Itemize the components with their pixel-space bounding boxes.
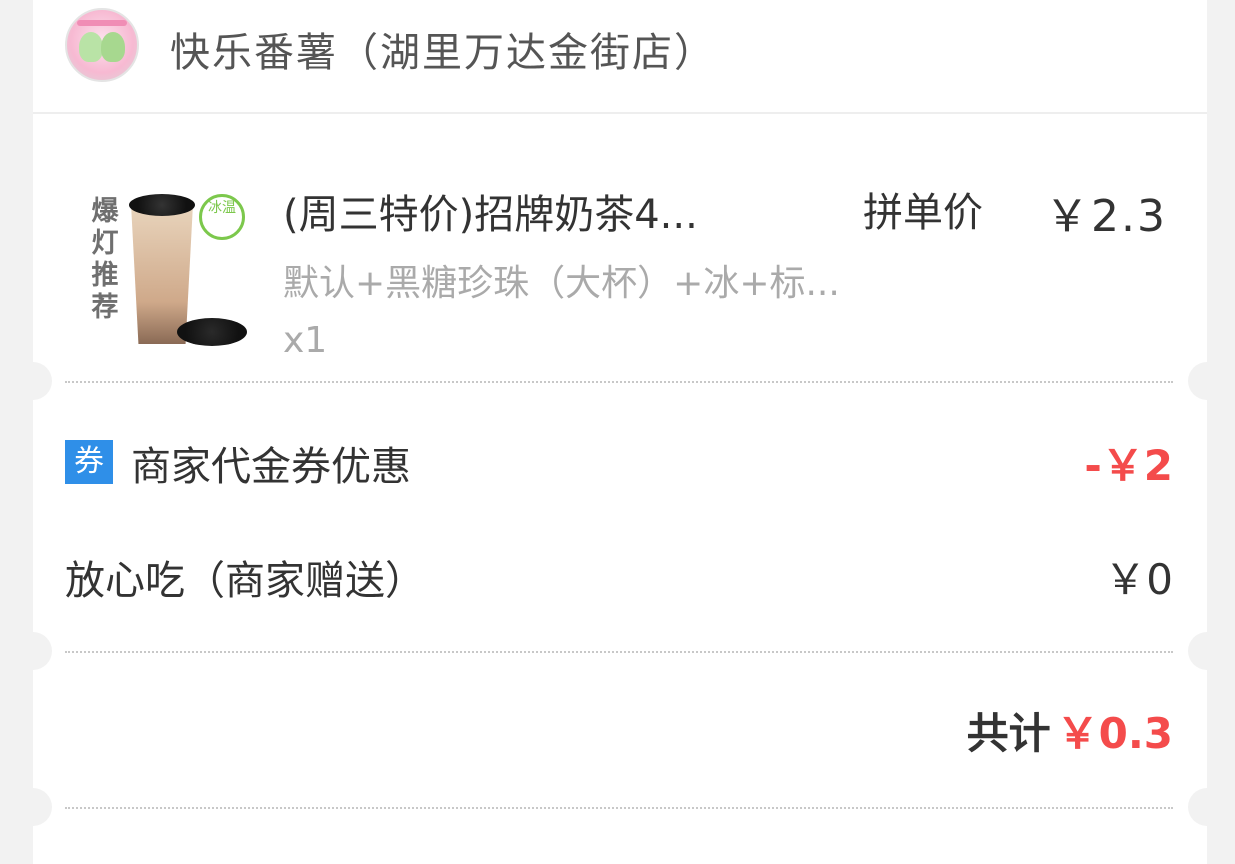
- coupon-discount-value: -￥2: [1084, 441, 1173, 490]
- ticket-notch: [1188, 632, 1226, 670]
- divider: [65, 651, 1173, 653]
- pearl-bowl-icon: [177, 318, 247, 346]
- product-quantity: x1: [283, 320, 328, 361]
- store-header[interactable]: 快乐番薯（湖里万达金街店）: [33, 0, 1207, 114]
- coupon-label: 商家代金券优惠: [131, 444, 411, 490]
- ticket-notch: [14, 788, 52, 826]
- product-image-tag: 爆灯推荐: [91, 196, 119, 323]
- gift-value: ￥0: [1104, 555, 1173, 604]
- ticket-notch: [14, 362, 52, 400]
- divider: [65, 807, 1173, 809]
- divider: [65, 381, 1173, 383]
- ticket-notch: [14, 632, 52, 670]
- gift-label: 放心吃（商家赠送）: [65, 558, 425, 604]
- gift-row: 放心吃（商家赠送） ￥0: [65, 546, 1173, 606]
- total-label: 共计: [966, 709, 1051, 758]
- total-value: ￥0.3: [1056, 709, 1173, 758]
- total-row: 共计 ￥0.3: [967, 700, 1173, 761]
- ticket-notch: [1188, 362, 1226, 400]
- coupon-row[interactable]: 券 商家代金券优惠 -￥2: [65, 432, 1173, 492]
- product-image[interactable]: 爆灯推荐 冰温: [85, 188, 255, 360]
- store-name: 快乐番薯（湖里万达金街店）: [170, 30, 716, 76]
- product-price: ￥2.3: [1045, 191, 1167, 242]
- product-spec: 默认+黑糖珍珠（大杯）+冰+标...: [283, 263, 840, 304]
- pearls-icon: [129, 194, 195, 216]
- ticket-notch: [1188, 788, 1226, 826]
- temperature-badge: 冰温: [199, 194, 245, 240]
- price-label: 拼单价: [863, 190, 983, 236]
- order-card: 快乐番薯（湖里万达金街店） 爆灯推荐 冰温 (周三特价)招牌奶茶4... 拼单价…: [14, 0, 1226, 864]
- product-title[interactable]: (周三特价)招牌奶茶4...: [283, 182, 698, 240]
- store-logo-icon: [65, 8, 139, 82]
- coupon-icon: 券: [65, 440, 113, 484]
